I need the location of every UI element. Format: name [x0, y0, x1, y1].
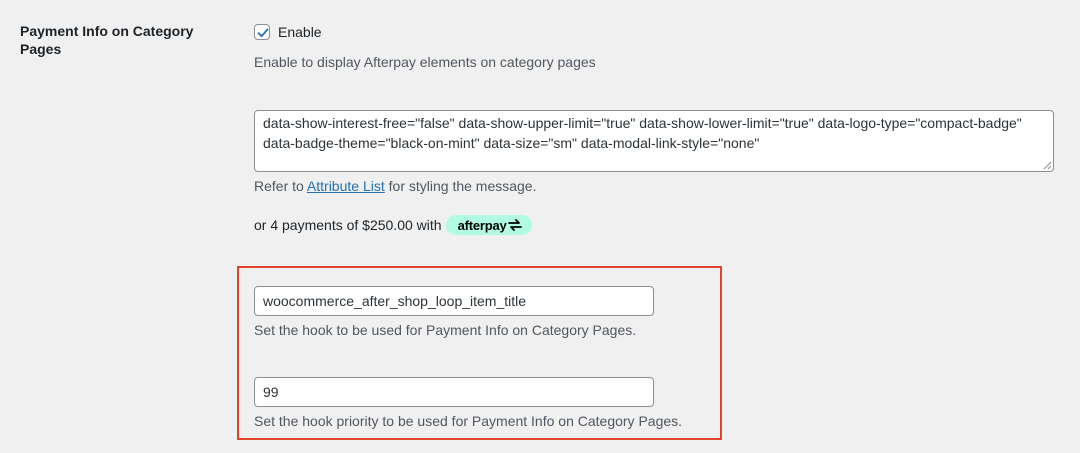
checkmark-icon [257, 28, 269, 38]
attributes-textarea-value: data-show-interest-free="false" data-sho… [263, 115, 1022, 151]
enable-description: Enable to display Afterpay elements on c… [254, 54, 596, 70]
hook-input[interactable]: woocommerce_after_shop_loop_item_title [254, 286, 654, 316]
attributes-help-prefix: Refer to [254, 178, 307, 194]
priority-input[interactable]: 99 [254, 377, 654, 407]
afterpay-preview: or 4 payments of $250.00 with afterpay [254, 214, 532, 236]
enable-checkbox-row[interactable]: Enable [254, 22, 322, 42]
afterpay-badge-text: afterpay [457, 217, 507, 233]
setting-label: Payment Info on Category Pages [20, 23, 194, 57]
preview-text: or 4 payments of $250.00 with [254, 217, 442, 233]
hook-description: Set the hook to be used for Payment Info… [254, 322, 637, 338]
attribute-list-link[interactable]: Attribute List [307, 178, 385, 194]
attributes-help: Refer to Attribute List for styling the … [254, 176, 537, 196]
enable-checkbox-label[interactable]: Enable [278, 24, 322, 40]
attributes-help-suffix: for styling the message. [384, 178, 537, 194]
resize-grip-icon[interactable] [1043, 161, 1052, 170]
afterpay-arrows-icon [507, 219, 522, 231]
priority-description: Set the hook priority to be used for Pay… [254, 413, 683, 429]
afterpay-badge: afterpay [445, 215, 532, 235]
attributes-textarea[interactable]: data-show-interest-free="false" data-sho… [254, 110, 1054, 172]
enable-checkbox[interactable] [254, 24, 270, 40]
